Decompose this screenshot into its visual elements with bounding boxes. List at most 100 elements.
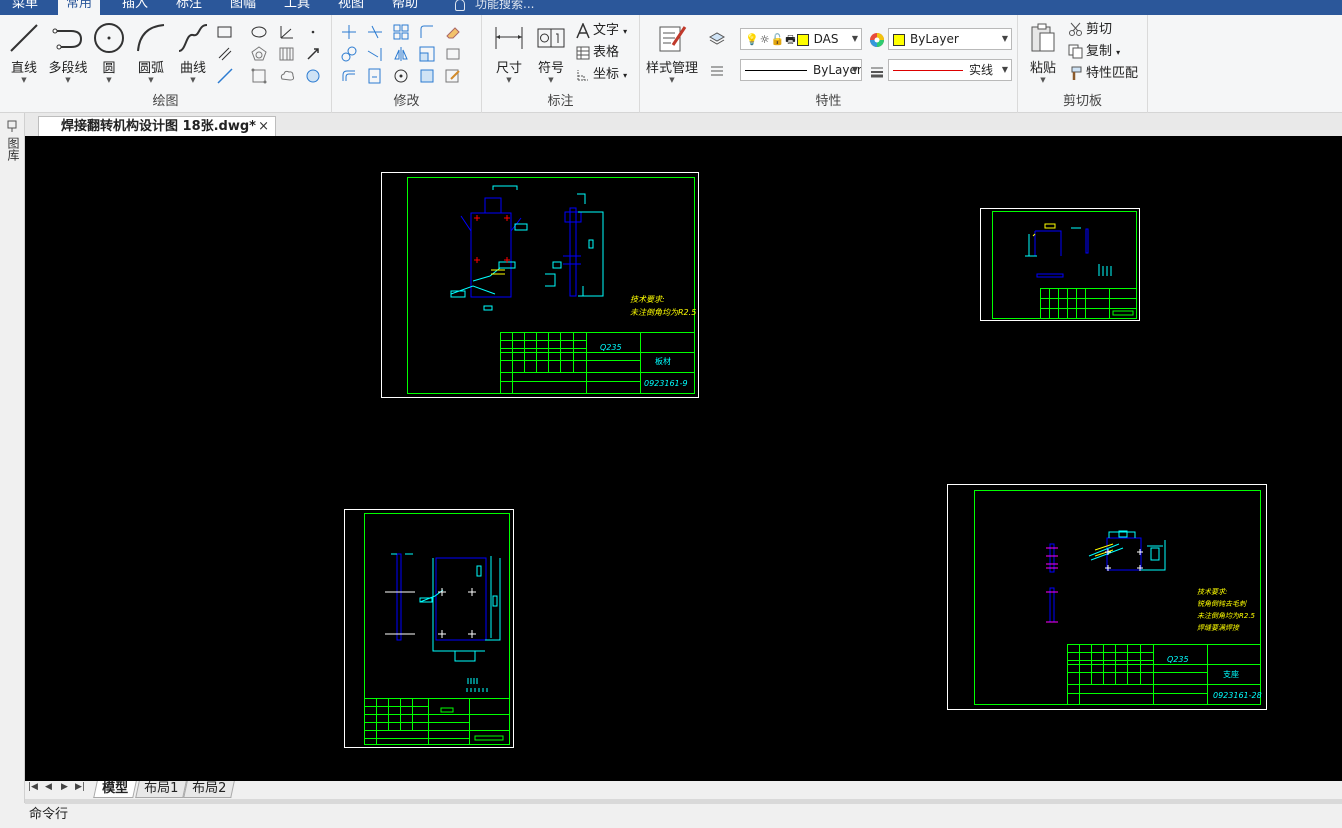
style-manager-button[interactable]: 样式管理 ▼ (644, 21, 700, 84)
coordinate-icon (577, 69, 588, 80)
linetype-select[interactable]: ByLayer ▼ (740, 59, 862, 81)
last-layout-icon[interactable]: ▶| (75, 782, 85, 792)
extend-icon[interactable] (366, 45, 384, 63)
table-button[interactable]: 表格 (576, 43, 619, 63)
tab-home[interactable]: 常用 (58, 0, 101, 15)
tab-view[interactable]: 视图 (330, 0, 372, 15)
modify-group-label: 修改 (393, 94, 420, 109)
layout-tab-layout1-label: 布局1 (144, 781, 179, 796)
part-view-main (1034, 228, 1089, 278)
edit-icon[interactable] (444, 67, 462, 85)
dimension-button[interactable]: 尺寸 ▼ (492, 21, 526, 84)
scale-icon[interactable] (418, 45, 436, 63)
ellipse-icon[interactable] (250, 23, 268, 41)
chevron-down-icon: ▼ (851, 65, 858, 74)
title-block-3 (364, 698, 510, 745)
dimension-icon (495, 27, 523, 49)
color-select[interactable]: ByLayer ▼ (888, 28, 1012, 50)
paste-button[interactable]: 粘贴 ▼ (1026, 21, 1060, 84)
boundary-icon[interactable] (304, 67, 322, 85)
tab-annotate[interactable]: 标注 (168, 0, 210, 15)
circle-button[interactable]: 圆 ▼ (92, 21, 126, 84)
properties-group: 样式管理 ▼ 💡☼🔓🖶 DAS ▼ ByLayer ▼ ByLayer ▼ 实线 … (640, 15, 1018, 113)
layout-tab-layout2[interactable]: 布局2 (183, 781, 236, 798)
close-icon[interactable]: × (258, 117, 269, 136)
tab-tools[interactable]: 工具 (276, 0, 318, 15)
coordinate-button[interactable]: 坐标 ▾ (576, 65, 627, 85)
chevron-down-icon: ▼ (190, 76, 196, 84)
tab-insert[interactable]: 插入 (114, 0, 156, 15)
tab-menu[interactable]: 菜单 (4, 0, 46, 15)
arrow-icon[interactable] (304, 45, 322, 63)
lineweight-select[interactable]: 实线 ▼ (888, 59, 1012, 81)
tab-sheet[interactable]: 图幅 (222, 0, 264, 15)
tab-help[interactable]: 帮助 (384, 0, 426, 15)
drawing-sheet-2[interactable] (980, 208, 1140, 321)
curve-button[interactable]: 曲线 ▼ (174, 21, 212, 84)
line-button[interactable]: 直线 ▼ (6, 21, 42, 84)
polyline-button[interactable]: 多段线 ▼ (46, 21, 90, 84)
next-layout-icon[interactable]: ▶ (61, 782, 68, 792)
point-icon[interactable] (304, 23, 322, 41)
hatch-icon[interactable] (278, 45, 296, 63)
explode-icon[interactable] (418, 67, 436, 85)
document-tab-bar: 焊接翻转机构设计图 18张.dwg* × (0, 113, 1342, 136)
cut-button[interactable]: 剪切 (1068, 20, 1112, 40)
symbol-button[interactable]: 符号 ▼ (534, 21, 568, 84)
color-select-value: ByLayer (910, 32, 959, 46)
drawing-sheet-4[interactable]: 技术要求: 锐角倒钝去毛刺 未注倒角均为R2.5 焊缝要满焊接 Q235 支座 … (947, 484, 1267, 710)
angle-line-icon[interactable] (278, 23, 296, 41)
arc-button[interactable]: 圆弧 ▼ (132, 21, 170, 84)
rotate-icon[interactable] (392, 67, 410, 85)
eraser-icon[interactable] (444, 23, 462, 41)
text-a-icon (576, 21, 590, 38)
feature-search-placeholder: 功能搜索... (475, 0, 535, 11)
first-layout-icon[interactable]: |◀ (28, 782, 38, 792)
drawing-sheet-3[interactable] (344, 509, 514, 748)
construction-line-icon[interactable] (216, 67, 234, 85)
lineweight-sample (893, 70, 963, 71)
cloud-icon[interactable] (278, 67, 296, 85)
copy-icon (1068, 44, 1083, 59)
sheet-4-notes-line-4: 焊缝要满焊接 (1197, 624, 1240, 632)
copy-object-icon[interactable] (340, 45, 358, 63)
library-panel-label[interactable]: 图库 (5, 137, 20, 161)
fillet-icon[interactable] (418, 23, 436, 41)
match-properties-button[interactable]: 特性匹配 (1068, 64, 1138, 84)
array-icon[interactable] (392, 23, 410, 41)
clipboard-group-label: 剪切板 (1062, 94, 1102, 109)
stretch-icon[interactable] (444, 45, 462, 63)
offset-icon[interactable] (340, 67, 358, 85)
copy-button[interactable]: 复制 ▾ (1068, 42, 1120, 62)
break-icon[interactable] (366, 67, 384, 85)
mirror-icon[interactable] (392, 45, 410, 63)
parallel-line-icon[interactable] (216, 45, 234, 63)
drawing-canvas[interactable]: 技术要求: 未注倒角均为R2.5 Q235 板材 0923161-9 技术要求:… (25, 136, 1342, 781)
layer-select[interactable]: 💡☼🔓🖶 DAS ▼ (740, 28, 862, 50)
table-icon (576, 46, 590, 59)
sheet-1-material: Q235 (600, 343, 622, 352)
command-line[interactable]: 命令行 (0, 804, 1342, 828)
region-icon[interactable] (250, 67, 268, 85)
layout-tab-model[interactable]: 模型 (93, 781, 137, 798)
title-block-2 (1040, 288, 1137, 319)
layout-tab-layout1[interactable]: 布局1 (135, 781, 188, 798)
rectangle-icon[interactable] (216, 23, 234, 41)
color-wheel-icon[interactable] (868, 31, 886, 49)
arc-icon (137, 24, 165, 52)
lineweight-icon[interactable] (868, 63, 886, 81)
drawing-sheet-1[interactable]: 技术要求: 未注倒角均为R2.5 Q235 板材 0923161-9 (381, 172, 699, 398)
prev-layout-icon[interactable]: ◀ (45, 782, 52, 792)
style-manager-label: 样式管理 (645, 61, 698, 76)
feature-search-box[interactable]: 功能搜索... (455, 0, 534, 14)
linetype-icon[interactable] (708, 61, 726, 79)
layout-tab-layout2-label: 布局2 (192, 781, 227, 796)
pin-icon[interactable] (5, 119, 19, 133)
polygon-icon[interactable] (250, 45, 268, 63)
layer-manager-icon[interactable] (708, 29, 726, 47)
chevron-down-icon: ▼ (669, 76, 675, 84)
document-tab[interactable]: 焊接翻转机构设计图 18张.dwg* × (38, 116, 276, 136)
move-icon[interactable] (340, 23, 358, 41)
text-button[interactable]: 文字 ▾ (576, 21, 627, 41)
trim-icon[interactable] (366, 23, 384, 41)
